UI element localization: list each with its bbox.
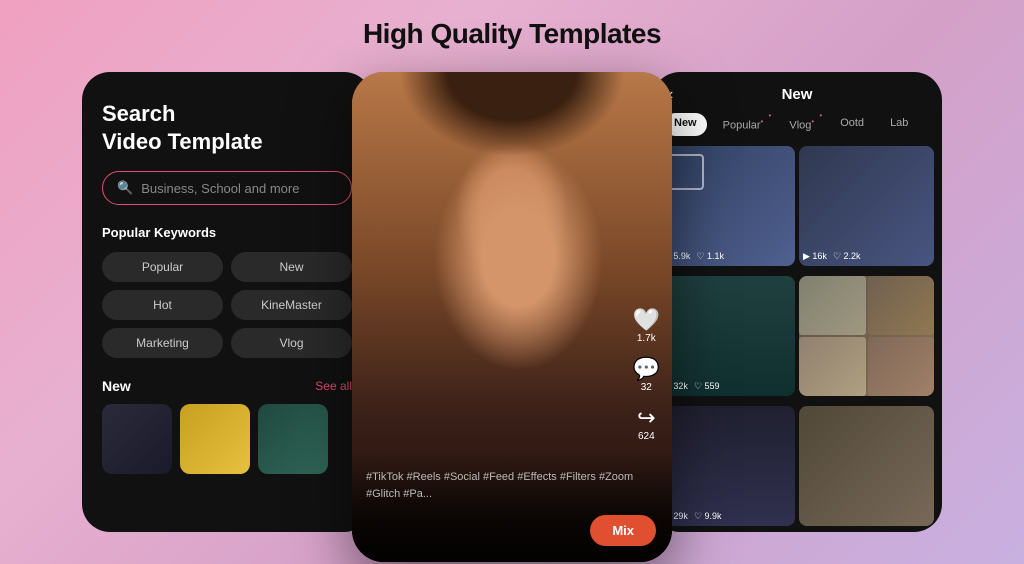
right-thumb-6[interactable] (799, 406, 934, 526)
right-thumb-1[interactable]: ▶ 5.9k ♡ 1.1k (660, 146, 795, 266)
share-action[interactable]: ↪ 624 (637, 407, 655, 442)
phone-left: SearchVideo Template 🔍 Business, School … (82, 72, 372, 532)
heart-icon: 🤍 (633, 309, 660, 331)
thumb-3-likes: ♡ 559 (694, 381, 720, 392)
right-thumb-4[interactable] (799, 276, 934, 396)
thumb-3[interactable] (258, 404, 328, 474)
right-thumb-2[interactable]: ▶ 16k ♡ 2.2k (799, 146, 934, 266)
phone-right: ‹ New New Popular• Vlog• Ootd Lab ▶ 5.9k… (652, 72, 942, 532)
right-grid: ▶ 5.9k ♡ 1.1k ▶ 16k ♡ 2.2k ▶ 32k ♡ 559 (652, 146, 942, 532)
share-count: 624 (638, 431, 655, 442)
tab-popular[interactable]: Popular• (713, 113, 774, 136)
search-placeholder: Business, School and more (141, 181, 299, 196)
search-header: SearchVideo Template (102, 100, 352, 155)
thumb-2-stats: ▶ 16k ♡ 2.2k (803, 251, 861, 262)
comment-count: 32 (641, 382, 652, 393)
search-icon: 🔍 (117, 180, 133, 196)
thumbnail-row (102, 404, 352, 474)
phones-container: SearchVideo Template 🔍 Business, School … (0, 72, 1024, 562)
search-bar[interactable]: 🔍 Business, School and more (102, 171, 352, 205)
popular-keywords-title: Popular Keywords (102, 225, 352, 240)
thumb-1-likes: ♡ 1.1k (696, 251, 724, 262)
tab-vlog[interactable]: Vlog• (779, 113, 824, 136)
right-header-title: New (782, 86, 813, 103)
like-action[interactable]: 🤍 1.7k (633, 309, 660, 344)
thumb-2-plays: ▶ 16k (803, 251, 827, 262)
keyword-chip-hot[interactable]: Hot (102, 290, 223, 320)
page-title: High Quality Templates (363, 18, 661, 50)
like-count: 1.7k (637, 333, 656, 344)
center-actions: 🤍 1.7k 💬 32 ↪ 624 (633, 309, 660, 442)
thumb-1[interactable] (102, 404, 172, 474)
new-section-header: New See all (102, 378, 352, 394)
center-photo: 🤍 1.7k 💬 32 ↪ 624 #TikTok #Reels #Social… (352, 72, 672, 562)
new-section-title: New (102, 378, 131, 394)
keyword-chip-new[interactable]: New (231, 252, 352, 282)
thumb-2-likes: ♡ 2.2k (833, 251, 861, 262)
right-tabs: New Popular• Vlog• Ootd Lab (652, 113, 942, 136)
see-all-link[interactable]: See all (315, 379, 352, 393)
hashtags: #TikTok #Reels #Social #Feed #Effects #F… (366, 469, 658, 502)
hair-overlay (352, 72, 672, 342)
thumb-5-likes: ♡ 9.9k (694, 511, 722, 522)
comment-action[interactable]: 💬 32 (633, 358, 660, 393)
right-thumb-3[interactable]: ▶ 32k ♡ 559 (660, 276, 795, 396)
thumb-3-stats: ▶ 32k ♡ 559 (664, 381, 720, 392)
tab-lab[interactable]: Lab (880, 113, 918, 136)
thumb-1-stats: ▶ 5.9k ♡ 1.1k (664, 251, 724, 262)
share-icon: ↪ (637, 407, 655, 429)
keyword-chip-vlog[interactable]: Vlog (231, 328, 352, 358)
right-thumb-5[interactable]: ▶ 29k ♡ 9.9k (660, 406, 795, 526)
keyword-grid: Popular New Hot KineMaster Marketing Vlo… (102, 252, 352, 358)
thumb-5-stats: ▶ 29k ♡ 9.9k (664, 511, 722, 522)
right-header: ‹ New (652, 72, 942, 113)
tab-ootd[interactable]: Ootd (830, 113, 874, 136)
comment-icon: 💬 (633, 358, 660, 380)
phone-center: 🤍 1.7k 💬 32 ↪ 624 #TikTok #Reels #Social… (352, 72, 672, 562)
mix-button[interactable]: Mix (590, 515, 656, 546)
keyword-chip-kinemaster[interactable]: KineMaster (231, 290, 352, 320)
keyword-chip-marketing[interactable]: Marketing (102, 328, 223, 358)
thumb-2[interactable] (180, 404, 250, 474)
keyword-chip-popular[interactable]: Popular (102, 252, 223, 282)
